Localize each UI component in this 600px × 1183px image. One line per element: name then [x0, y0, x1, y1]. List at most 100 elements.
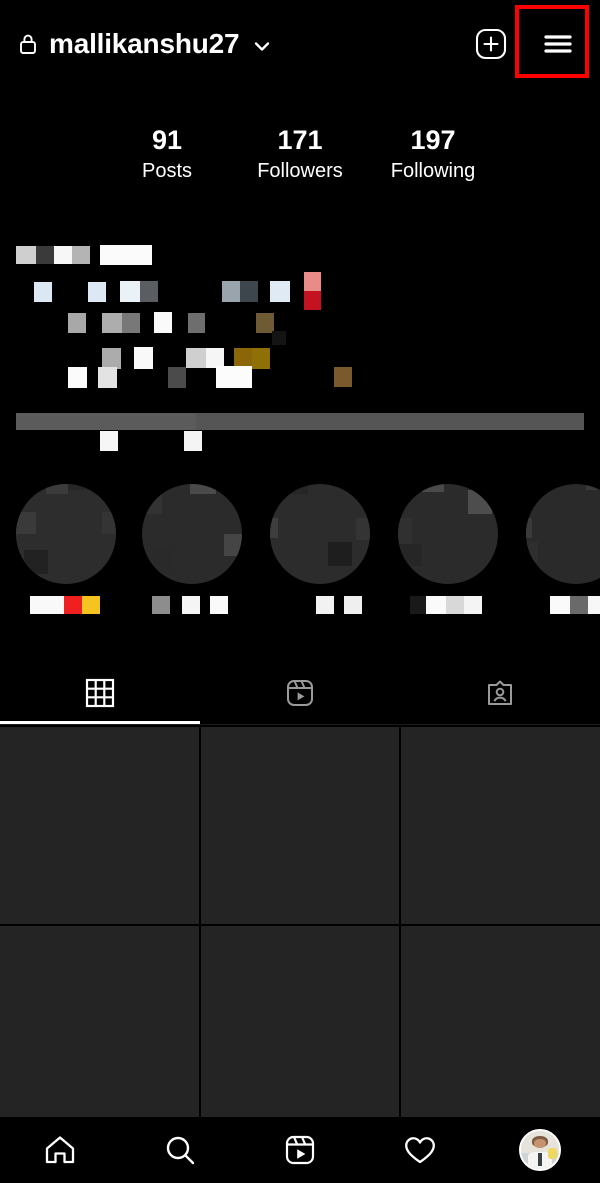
highlight-pixel-block [24, 550, 48, 574]
bio-pixel-block [272, 331, 286, 345]
tagged-icon [485, 678, 515, 708]
highlight-2[interactable] [142, 484, 246, 614]
highlight-5[interactable] [526, 484, 600, 614]
avatar [519, 1129, 561, 1171]
highlight-label-block [182, 596, 200, 614]
stat-posts[interactable]: 91 Posts [101, 125, 234, 186]
bio-pixel-block [100, 245, 152, 265]
highlight-label-block [30, 596, 64, 614]
highlight-label-pixelated [270, 596, 374, 614]
bio-pixel-block [16, 246, 36, 264]
nav-profile[interactable] [480, 1129, 600, 1171]
bio-pixel-block [186, 348, 206, 368]
bio-pixel-block [98, 367, 117, 388]
nav-search[interactable] [120, 1133, 240, 1167]
search-icon [163, 1133, 197, 1167]
highlight-label-pixelated [16, 596, 120, 614]
highlight-pixel-block [356, 518, 370, 540]
bio-pixel-block [256, 313, 274, 333]
hamburger-menu-icon [541, 29, 575, 59]
bio-pixel-block [334, 367, 352, 387]
bio-extra-block-2 [184, 431, 202, 451]
profile-action-button[interactable] [16, 413, 584, 430]
highlight-3[interactable] [270, 484, 374, 614]
highlight-pixel-block [328, 542, 352, 566]
grid-post-cell[interactable] [401, 926, 600, 1117]
highlight-pixel-block [16, 512, 36, 534]
highlight-pixel-block [422, 484, 444, 492]
bio-pixel-block [206, 348, 224, 368]
profile-header: mallikanshu27 [0, 0, 600, 88]
grid-icon [85, 678, 115, 708]
highlight-pixel-block [526, 518, 532, 538]
followers-count: 171 [277, 125, 323, 155]
bio-pixel-block [188, 313, 205, 333]
bio-pixel-block [34, 282, 52, 302]
heart-icon [403, 1133, 437, 1167]
highlight-pixel-block [290, 484, 308, 494]
chevron-down-icon[interactable] [252, 36, 272, 56]
bio-pixel-block [54, 246, 72, 264]
highlight-4[interactable] [398, 484, 502, 614]
highlight-pixel-block [468, 490, 492, 514]
grid-post-cell[interactable] [0, 926, 199, 1117]
highlight-label-block [82, 596, 100, 614]
highlight-label-block [550, 596, 570, 614]
following-label: Following [390, 159, 476, 182]
highlight-label-pixelated [526, 596, 600, 614]
grid-post-cell[interactable] [0, 727, 199, 924]
instagram-profile-screen: mallikanshu27 91 Posts 171 Followers 197… [0, 0, 600, 1183]
highlight-label-block [210, 596, 228, 614]
highlight-label-block [344, 596, 362, 614]
nav-activity[interactable] [360, 1133, 480, 1167]
grid-post-cell[interactable] [200, 727, 400, 924]
lock-icon [18, 32, 38, 56]
tab-grid[interactable] [0, 662, 200, 724]
story-highlights [0, 484, 600, 634]
profile-tabs [0, 662, 600, 724]
highlight-label-block [410, 596, 426, 614]
username-button[interactable]: mallikanshu27 [18, 30, 272, 58]
highlight-thumbnail [398, 484, 498, 584]
bio-pixel-block [72, 246, 90, 264]
highlight-thumbnail [270, 484, 370, 584]
highlight-label-block [464, 596, 482, 614]
highlight-label-pixelated [398, 596, 502, 614]
bio-pixel-block [122, 313, 140, 333]
plus-box-icon[interactable] [474, 27, 508, 61]
highlight-pixel-block [398, 518, 412, 544]
bio-pixel-block [270, 281, 290, 302]
nav-home[interactable] [0, 1133, 120, 1167]
hamburger-menu-button[interactable] [534, 20, 582, 68]
bio-pixel-block [304, 291, 321, 310]
nav-reels[interactable] [240, 1133, 360, 1167]
highlight-label-block [64, 596, 82, 614]
stat-followers[interactable]: 171 Followers [234, 125, 367, 186]
highlight-label-block [316, 596, 334, 614]
highlight-label-block [152, 596, 170, 614]
bio-pixel-block [88, 282, 106, 302]
posts-label: Posts [141, 159, 193, 182]
action-button-fill [16, 413, 196, 430]
username-label: mallikanshu27 [49, 28, 240, 59]
highlight-pixel-block [270, 518, 278, 538]
post-grid [0, 727, 600, 1117]
highlight-pixel-block [400, 544, 422, 566]
highlight-label-block [588, 596, 600, 614]
highlight-label-block [570, 596, 588, 614]
posts-count: 91 [151, 125, 183, 155]
bio-pixel-block [102, 348, 121, 369]
highlight-pixel-block [526, 542, 538, 562]
bio-pixel-block [168, 367, 186, 388]
tab-tagged[interactable] [400, 662, 600, 724]
grid-post-cell[interactable] [401, 727, 600, 924]
highlight-pixel-block [102, 512, 116, 534]
reels-icon [285, 678, 315, 708]
grid-post-cell[interactable] [200, 926, 400, 1117]
tab-reels[interactable] [200, 662, 400, 724]
stat-following[interactable]: 197 Following [367, 125, 500, 186]
bio-pixel-block [36, 246, 54, 264]
reels-icon [283, 1133, 317, 1167]
highlight-1[interactable] [16, 484, 120, 614]
bio-pixel-block [252, 348, 270, 369]
